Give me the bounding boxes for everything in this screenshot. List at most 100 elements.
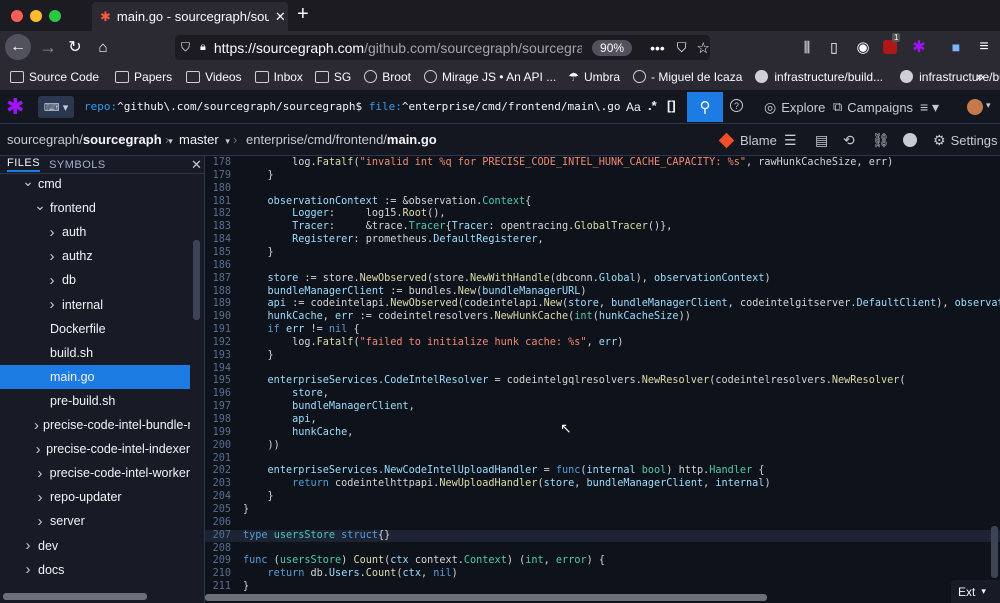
line-number[interactable]: 206 [205, 517, 231, 530]
sidebar-item[interactable]: › db [0, 268, 190, 292]
close-icon[interactable]: ✕ [191, 157, 202, 173]
chevron-down-icon[interactable]: ⌄ [22, 173, 34, 190]
code-line[interactable]: 184 Registerer: prometheus.DefaultRegist… [205, 234, 1000, 247]
code-line[interactable]: 204 } [205, 491, 1000, 504]
code-line[interactable]: 191 if err != nil { [205, 324, 1000, 337]
line-number[interactable]: 180 [205, 183, 231, 196]
bookmark-item[interactable]: infrastructure/build... [900, 70, 1000, 84]
line-number[interactable]: 194 [205, 363, 231, 376]
sidebar-item[interactable]: ⌄ frontend [0, 196, 190, 220]
browser-tab-active[interactable]: ✱ main.go - sourcegraph/sourcegraph ✕ [92, 2, 288, 31]
sidebar-item[interactable]: › dev [0, 534, 190, 558]
sidebar-item[interactable]: › auth [0, 220, 190, 244]
branch-selector[interactable]: master ▾ [179, 132, 230, 147]
lock-icon[interactable]: 🔒︎ [200, 41, 206, 54]
code-vscrollbar[interactable] [991, 526, 998, 578]
line-number[interactable]: 184 [205, 234, 231, 247]
close-tab-icon[interactable]: ✕ [275, 9, 286, 25]
line-number[interactable]: 193 [205, 350, 231, 363]
line-number[interactable]: 182 [205, 208, 231, 221]
line-number[interactable]: 197 [205, 401, 231, 414]
repo-breadcrumb[interactable]: sourcegraph/sourcegraph ▾ [7, 132, 173, 147]
sidebar-item[interactable]: › repo-updater [0, 485, 190, 509]
sidebar-item[interactable]: › docs [0, 558, 190, 582]
code-line[interactable]: 182 Logger: log15.Root(), [205, 208, 1000, 221]
line-number[interactable]: 196 [205, 388, 231, 401]
line-number[interactable]: 179 [205, 170, 231, 183]
forward-button[interactable]: → [38, 36, 58, 58]
regex-toggle[interactable]: .* [648, 98, 657, 113]
code-line[interactable]: 183 Tracer: &trace.Tracer{Tracer: opentr… [205, 221, 1000, 234]
code-line[interactable]: 185 } [205, 247, 1000, 260]
code-line[interactable]: 200 )) [205, 440, 1000, 453]
bookmarks-overflow-icon[interactable]: » [976, 68, 984, 84]
code-hscrollbar[interactable] [205, 594, 767, 601]
chevron-right-icon[interactable]: › [46, 272, 58, 289]
line-number[interactable]: 186 [205, 260, 231, 273]
github-icon[interactable] [903, 124, 917, 156]
sidebar-item[interactable]: › precise-code-intel-bundle-manager [0, 413, 190, 437]
code-line[interactable]: 187 store := store.NewObserved(store.New… [205, 273, 1000, 286]
line-number[interactable]: 187 [205, 273, 231, 286]
minimize-window-button[interactable] [30, 10, 42, 22]
sidebar-item[interactable]: ⌄ cmd [0, 172, 190, 196]
code-line[interactable]: 209 func (usersStore) Count(ctx context.C… [205, 555, 1000, 568]
code-line[interactable]: 201 [205, 453, 1000, 466]
more-actions-icon[interactable]: ••• [650, 40, 665, 56]
code-line[interactable]: 206 [205, 517, 1000, 530]
code-line[interactable]: 181 observationContext := &observation.C… [205, 196, 1000, 209]
code-line[interactable]: 202 enterpriseServices.NewCodeIntelUploa… [205, 465, 1000, 478]
code-line[interactable]: 178 log.Fatalf("invalid int %q for PRECI… [205, 157, 1000, 170]
account-icon[interactable]: ◉ [853, 36, 873, 58]
sidebar-hscrollbar[interactable] [3, 593, 147, 600]
code-line[interactable]: 192 log.Fatalf("failed to initialize hun… [205, 337, 1000, 350]
line-number[interactable]: 183 [205, 221, 231, 234]
url-bar[interactable]: ⛉ 🔒︎ https://sourcegraph.com/github.com/… [175, 35, 710, 60]
case-sensitivity-toggle[interactable]: Aa [626, 100, 641, 114]
line-number[interactable]: 201 [205, 453, 231, 466]
bookmark-star-icon[interactable]: ☆ [697, 39, 710, 57]
permalink-icon[interactable]: ⛓ [872, 124, 890, 156]
line-number[interactable]: 204 [205, 491, 231, 504]
line-number[interactable]: 202 [205, 465, 231, 478]
line-number[interactable]: 190 [205, 311, 231, 324]
zoom-level[interactable]: 90% [592, 39, 633, 56]
code-line[interactable]: 190 hunkCache, err := codeintelresolvers… [205, 311, 1000, 324]
chevron-right-icon[interactable]: › [34, 513, 46, 530]
keyboard-shortcuts-button[interactable]: ⌨ ▾ [38, 96, 74, 118]
settings-button[interactable]: ⚙ Settings [933, 124, 998, 156]
line-number[interactable]: 178 [205, 157, 231, 170]
code-line[interactable]: 207 type usersStore struct{} [205, 529, 1000, 543]
bookmark-item[interactable]: Mirage JS • An API ... [423, 70, 556, 84]
bookmark-item[interactable]: Papers [115, 70, 172, 84]
menu-icon[interactable]: ≡ [974, 36, 994, 58]
code-line[interactable]: 195 enterpriseServices.CodeIntelResolver… [205, 375, 1000, 388]
new-tab-button[interactable]: + [297, 3, 309, 26]
line-number[interactable]: 198 [205, 414, 231, 427]
search-input[interactable]: repo:^github\.com/sourcegraph/sourcegrap… [84, 95, 622, 119]
code-line[interactable]: 199 hunkCache, [205, 427, 1000, 440]
chevron-right-icon[interactable]: › [22, 537, 34, 554]
reload-button[interactable]: ↻ [65, 36, 85, 58]
extensions-icon[interactable]: ■ [946, 36, 966, 58]
code-line[interactable]: 179 } [205, 170, 1000, 183]
ublock-icon[interactable]: 1 [880, 33, 901, 58]
code-line[interactable]: 197 bundleManagerClient, [205, 401, 1000, 414]
chevron-right-icon[interactable]: › [34, 441, 42, 458]
back-button[interactable]: ← [5, 34, 31, 60]
wrap-lines-icon[interactable]: ☰ [784, 124, 797, 156]
line-number[interactable]: 203 [205, 478, 231, 491]
bookmark-item[interactable]: Videos [186, 70, 242, 84]
code-line[interactable]: 189 api := codeintelapi.NewObserved(code… [205, 298, 1000, 311]
file-path-breadcrumb[interactable]: enterprise/cmd/frontend/main.go [246, 132, 437, 147]
code-line[interactable]: 186 [205, 260, 1000, 273]
line-number[interactable]: 209 [205, 555, 231, 568]
line-number[interactable]: 189 [205, 298, 231, 311]
search-button[interactable]: ⚲ [687, 92, 723, 122]
zoom-window-button[interactable] [49, 10, 61, 22]
chevron-right-icon[interactable]: › [46, 248, 58, 265]
sidebar-scrollbar[interactable] [193, 240, 200, 320]
code-line[interactable]: 205} [205, 504, 1000, 517]
chevron-right-icon[interactable]: › [34, 465, 46, 482]
sidebar-item[interactable]: Dockerfile [0, 317, 190, 341]
